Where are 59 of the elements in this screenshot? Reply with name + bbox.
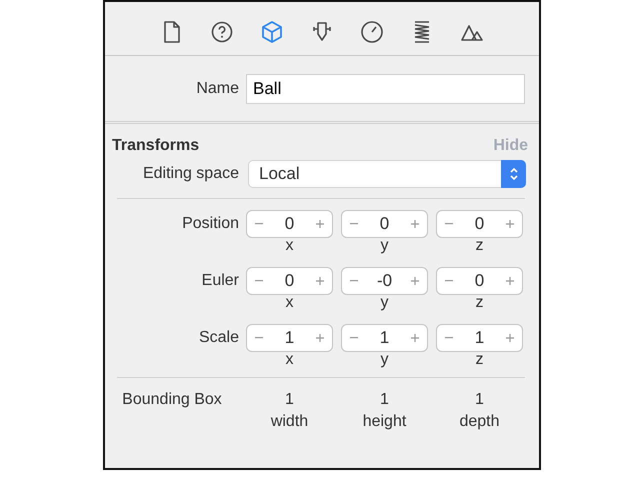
plus-icon[interactable] <box>411 277 419 285</box>
row-label: Position <box>181 214 239 234</box>
number-stepper[interactable]: 1 <box>436 324 523 352</box>
dimension-caption: width <box>270 412 308 432</box>
number-stepper[interactable]: 1 <box>246 324 333 352</box>
name-field[interactable]: Ball <box>246 74 525 104</box>
minus-icon[interactable] <box>445 337 453 339</box>
number-stepper[interactable]: -0 <box>341 267 428 295</box>
axis-label: y <box>380 238 390 254</box>
axis-label: z <box>474 295 484 311</box>
minus-icon[interactable] <box>255 223 263 225</box>
axis-label: z <box>474 238 484 254</box>
name-label: Name <box>195 78 239 98</box>
inspector-tab[interactable] <box>310 20 334 44</box>
plus-icon[interactable] <box>411 334 419 342</box>
plus-icon[interactable] <box>316 277 324 285</box>
dimension-caption: depth <box>459 412 500 432</box>
inspector-tab[interactable] <box>210 20 234 44</box>
number-stepper[interactable]: 0 <box>246 210 333 238</box>
axis-label: y <box>380 295 390 311</box>
axis-label: z <box>474 352 484 368</box>
plus-icon[interactable] <box>411 220 419 228</box>
number-stepper[interactable]: 0 <box>246 267 333 295</box>
minus-icon[interactable] <box>350 337 358 339</box>
axis-label: y <box>380 352 390 368</box>
minus-icon[interactable] <box>350 223 358 225</box>
editing-space-select[interactable]: Local <box>248 160 526 188</box>
inspector-tab[interactable] <box>360 20 384 44</box>
dimension-value: 1 <box>285 390 294 410</box>
plus-icon[interactable] <box>316 220 324 228</box>
help-icon <box>210 20 234 44</box>
bounding-box-label: Bounding Box <box>121 390 223 410</box>
minus-icon[interactable] <box>255 337 263 339</box>
axis-label: x <box>284 352 294 368</box>
number-stepper[interactable]: 0 <box>436 267 523 295</box>
plus-icon[interactable] <box>316 334 324 342</box>
axis-label: x <box>284 238 294 254</box>
shield-icon <box>310 20 334 44</box>
chevron-updown-icon <box>508 166 518 182</box>
number-stepper[interactable]: 0 <box>436 210 523 238</box>
minus-icon[interactable] <box>350 280 358 282</box>
number-stepper[interactable]: 0 <box>341 210 428 238</box>
plus-icon[interactable] <box>506 220 514 228</box>
number-stepper[interactable]: 1 <box>341 324 428 352</box>
minus-icon[interactable] <box>445 223 453 225</box>
section-title: Transforms <box>112 136 200 156</box>
gauge-icon <box>360 20 384 44</box>
axis-label: x <box>284 295 294 311</box>
cube-icon <box>260 20 284 44</box>
row-label: Scale <box>198 328 239 348</box>
dimension-value: 1 <box>475 390 484 410</box>
plus-icon[interactable] <box>506 334 514 342</box>
minus-icon[interactable] <box>255 280 263 282</box>
editing-space-label: Editing space <box>142 164 239 184</box>
dimension-value: 1 <box>380 390 389 410</box>
dimension-caption: height <box>362 412 406 432</box>
plus-icon[interactable] <box>506 277 514 285</box>
row-label: Euler <box>200 271 239 291</box>
minus-icon[interactable] <box>445 280 453 282</box>
